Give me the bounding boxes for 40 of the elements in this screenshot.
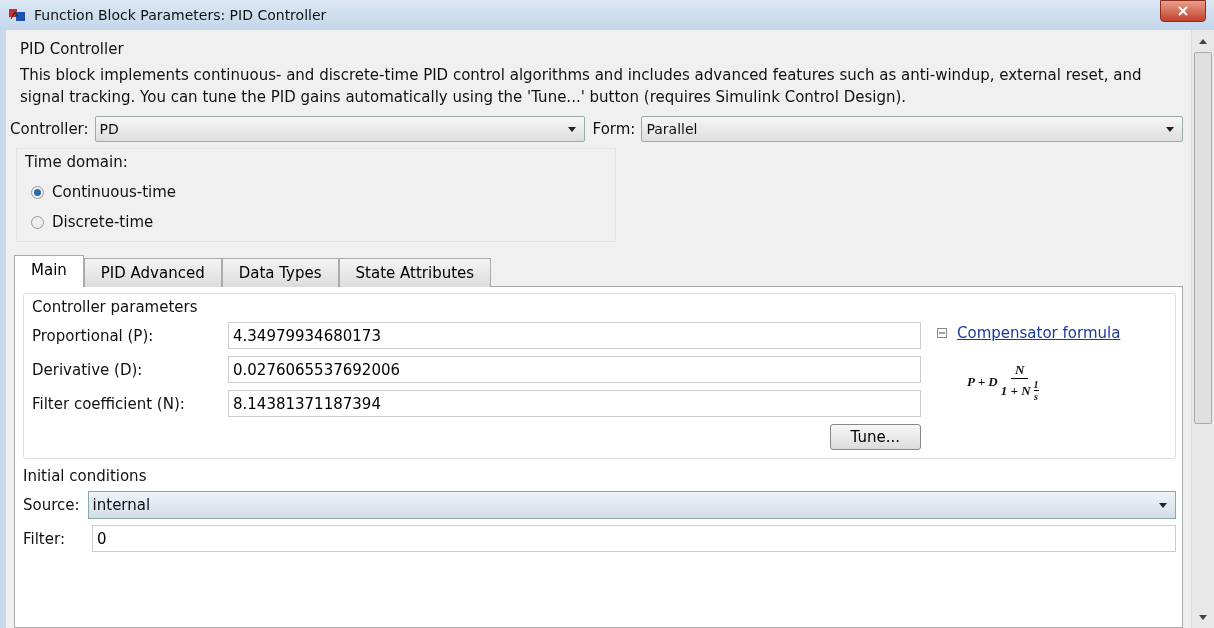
tab[interactable]: PID Advanced [83, 258, 222, 287]
field-label: Filter coefficient (N): [32, 394, 186, 413]
field-label: Proportional (P): [32, 326, 155, 345]
form-dropdown[interactable]: Parallel [641, 116, 1183, 142]
input-field[interactable]: 4.34979934680173 [228, 322, 921, 349]
scroll-down-icon[interactable] [1199, 614, 1207, 620]
tab[interactable]: State Attributes [338, 258, 492, 287]
form-label: Form: [592, 120, 636, 138]
field-label: Filter: [23, 529, 65, 548]
block-name: PID Controller [20, 40, 125, 58]
tab[interactable]: Main [14, 255, 84, 287]
compensator-formula-link[interactable]: Compensator formula [957, 324, 1121, 342]
input-field[interactable]: 0.0276065537692006 [228, 356, 921, 383]
controller-dropdown[interactable]: PD [94, 116, 585, 142]
radio-option[interactable]: Continuous-time [31, 183, 607, 201]
field-label: Derivative (D): [32, 360, 144, 379]
close-button[interactable] [1160, 0, 1206, 22]
app-icon [8, 7, 26, 23]
time-domain-label: Time domain: [25, 153, 129, 171]
tab[interactable]: Data Types [221, 258, 339, 287]
scroll-up-icon[interactable] [1199, 38, 1207, 44]
radio-button[interactable] [31, 215, 44, 229]
collapse-icon[interactable] [937, 328, 947, 338]
dropdown-caret-icon [1159, 502, 1167, 508]
dropdown-caret-icon [1166, 126, 1174, 132]
dropdown-caret-icon [567, 126, 576, 132]
block-description: This block implements continuous- and discrete-time PID control algorithms and includes advanced features such as anti-windup, external reset, and signal tracking. You can tune the PID gains automatically using the 'Tune...' button (requires Simulink Control Design). [20, 65, 1143, 108]
group-title: Initial conditions [23, 467, 148, 485]
field-label: Source: [23, 496, 80, 514]
controller-label: Controller: [10, 120, 89, 138]
tune-button[interactable]: Tune... [829, 424, 921, 450]
input-field[interactable]: 0 [91, 525, 1176, 552]
radio-button[interactable] [31, 185, 44, 199]
close-icon [1178, 6, 1188, 16]
source-dropdown[interactable]: internal [87, 491, 1176, 519]
input-field[interactable]: 8.14381371187394 [228, 390, 921, 417]
group-title: Controller parameters [32, 298, 199, 316]
window-title: Function Block Parameters: PID Controller [34, 7, 328, 23]
radio-option[interactable]: Discrete-time [31, 213, 607, 231]
scrollbar[interactable] [1191, 30, 1214, 628]
